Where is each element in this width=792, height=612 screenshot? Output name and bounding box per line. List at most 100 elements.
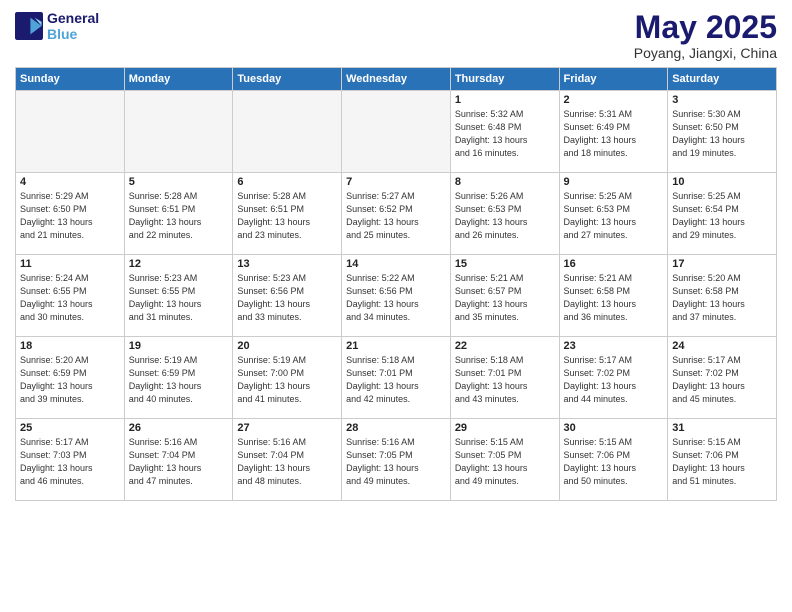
week-row-3: 18 Sunrise: 5:20 AMSunset: 6:59 PMDayligh… xyxy=(16,337,777,419)
day-number: 7 xyxy=(346,176,446,188)
calendar-cell: 18 Sunrise: 5:20 AMSunset: 6:59 PMDayligh… xyxy=(16,337,125,419)
calendar-cell: 11 Sunrise: 5:24 AMSunset: 6:55 PMDayligh… xyxy=(16,255,125,337)
calendar-title: May 2025 xyxy=(634,10,777,45)
day-number: 24 xyxy=(672,340,772,352)
day-info: Sunrise: 5:17 AMSunset: 7:02 PMDaylight:… xyxy=(672,354,772,406)
day-info: Sunrise: 5:18 AMSunset: 7:01 PMDaylight:… xyxy=(455,354,555,406)
day-number: 9 xyxy=(564,176,664,188)
header: General Blue May 2025 Poyang, Jiangxi, C… xyxy=(15,10,777,61)
day-info: Sunrise: 5:21 AMSunset: 6:58 PMDaylight:… xyxy=(564,272,664,324)
day-number: 22 xyxy=(455,340,555,352)
day-number: 14 xyxy=(346,258,446,270)
day-info: Sunrise: 5:26 AMSunset: 6:53 PMDaylight:… xyxy=(455,190,555,242)
logo: General Blue xyxy=(15,10,99,42)
title-block: May 2025 Poyang, Jiangxi, China xyxy=(634,10,777,61)
day-info: Sunrise: 5:31 AMSunset: 6:49 PMDaylight:… xyxy=(564,108,664,160)
day-number: 10 xyxy=(672,176,772,188)
calendar-cell: 14 Sunrise: 5:22 AMSunset: 6:56 PMDayligh… xyxy=(342,255,451,337)
calendar-cell: 8 Sunrise: 5:26 AMSunset: 6:53 PMDaylight… xyxy=(450,173,559,255)
day-number: 20 xyxy=(237,340,337,352)
calendar-cell: 16 Sunrise: 5:21 AMSunset: 6:58 PMDayligh… xyxy=(559,255,668,337)
day-number: 26 xyxy=(129,422,229,434)
day-info: Sunrise: 5:20 AMSunset: 6:59 PMDaylight:… xyxy=(20,354,120,406)
day-number: 18 xyxy=(20,340,120,352)
day-number: 12 xyxy=(129,258,229,270)
calendar-cell: 15 Sunrise: 5:21 AMSunset: 6:57 PMDayligh… xyxy=(450,255,559,337)
day-info: Sunrise: 5:17 AMSunset: 7:03 PMDaylight:… xyxy=(20,436,120,488)
day-info: Sunrise: 5:29 AMSunset: 6:50 PMDaylight:… xyxy=(20,190,120,242)
weekday-header-row: SundayMondayTuesdayWednesdayThursdayFrid… xyxy=(16,68,777,91)
weekday-header-wednesday: Wednesday xyxy=(342,68,451,91)
day-number: 29 xyxy=(455,422,555,434)
calendar-cell xyxy=(124,91,233,173)
day-info: Sunrise: 5:30 AMSunset: 6:50 PMDaylight:… xyxy=(672,108,772,160)
calendar-cell xyxy=(342,91,451,173)
day-number: 21 xyxy=(346,340,446,352)
week-row-2: 11 Sunrise: 5:24 AMSunset: 6:55 PMDayligh… xyxy=(16,255,777,337)
weekday-header-thursday: Thursday xyxy=(450,68,559,91)
weekday-header-saturday: Saturday xyxy=(668,68,777,91)
calendar-cell: 12 Sunrise: 5:23 AMSunset: 6:55 PMDayligh… xyxy=(124,255,233,337)
day-info: Sunrise: 5:15 AMSunset: 7:06 PMDaylight:… xyxy=(564,436,664,488)
day-info: Sunrise: 5:23 AMSunset: 6:56 PMDaylight:… xyxy=(237,272,337,324)
day-info: Sunrise: 5:22 AMSunset: 6:56 PMDaylight:… xyxy=(346,272,446,324)
day-number: 17 xyxy=(672,258,772,270)
calendar-cell xyxy=(16,91,125,173)
day-number: 2 xyxy=(564,94,664,106)
day-number: 27 xyxy=(237,422,337,434)
weekday-header-tuesday: Tuesday xyxy=(233,68,342,91)
calendar-cell: 3 Sunrise: 5:30 AMSunset: 6:50 PMDaylight… xyxy=(668,91,777,173)
calendar-cell: 23Sunrise: 5:17 AMSunset: 7:02 PMDayligh… xyxy=(559,337,668,419)
calendar-cell: 29Sunrise: 5:15 AMSunset: 7:05 PMDayligh… xyxy=(450,419,559,501)
weekday-header-friday: Friday xyxy=(559,68,668,91)
day-info: Sunrise: 5:16 AMSunset: 7:04 PMDaylight:… xyxy=(129,436,229,488)
calendar-cell: 30Sunrise: 5:15 AMSunset: 7:06 PMDayligh… xyxy=(559,419,668,501)
day-number: 19 xyxy=(129,340,229,352)
day-number: 4 xyxy=(20,176,120,188)
day-info: Sunrise: 5:28 AMSunset: 6:51 PMDaylight:… xyxy=(237,190,337,242)
calendar-cell: 22 Sunrise: 5:18 AMSunset: 7:01 PMDayligh… xyxy=(450,337,559,419)
day-info: Sunrise: 5:27 AMSunset: 6:52 PMDaylight:… xyxy=(346,190,446,242)
day-info: Sunrise: 5:15 AMSunset: 7:06 PMDaylight:… xyxy=(672,436,772,488)
calendar-cell: 7 Sunrise: 5:27 AMSunset: 6:52 PMDaylight… xyxy=(342,173,451,255)
calendar-cell: 1 Sunrise: 5:32 AMSunset: 6:48 PMDaylight… xyxy=(450,91,559,173)
calendar-cell xyxy=(233,91,342,173)
day-number: 16 xyxy=(564,258,664,270)
calendar-cell: 10Sunrise: 5:25 AMSunset: 6:54 PMDayligh… xyxy=(668,173,777,255)
calendar-cell: 13Sunrise: 5:23 AMSunset: 6:56 PMDayligh… xyxy=(233,255,342,337)
day-number: 8 xyxy=(455,176,555,188)
day-number: 5 xyxy=(129,176,229,188)
day-info: Sunrise: 5:25 AMSunset: 6:53 PMDaylight:… xyxy=(564,190,664,242)
calendar-cell: 5 Sunrise: 5:28 AMSunset: 6:51 PMDaylight… xyxy=(124,173,233,255)
logo-text: General Blue xyxy=(47,10,99,42)
day-info: Sunrise: 5:21 AMSunset: 6:57 PMDaylight:… xyxy=(455,272,555,324)
day-info: Sunrise: 5:28 AMSunset: 6:51 PMDaylight:… xyxy=(129,190,229,242)
calendar-cell: 17 Sunrise: 5:20 AMSunset: 6:58 PMDayligh… xyxy=(668,255,777,337)
day-number: 28 xyxy=(346,422,446,434)
day-number: 31 xyxy=(672,422,772,434)
day-info: Sunrise: 5:18 AMSunset: 7:01 PMDaylight:… xyxy=(346,354,446,406)
calendar-subtitle: Poyang, Jiangxi, China xyxy=(634,45,777,61)
day-info: Sunrise: 5:20 AMSunset: 6:58 PMDaylight:… xyxy=(672,272,772,324)
calendar-cell: 28 Sunrise: 5:16 AMSunset: 7:05 PMDayligh… xyxy=(342,419,451,501)
calendar-cell: 9 Sunrise: 5:25 AMSunset: 6:53 PMDaylight… xyxy=(559,173,668,255)
calendar-page: General Blue May 2025 Poyang, Jiangxi, C… xyxy=(0,0,792,612)
calendar-cell: 27Sunrise: 5:16 AMSunset: 7:04 PMDayligh… xyxy=(233,419,342,501)
weekday-header-sunday: Sunday xyxy=(16,68,125,91)
day-number: 11 xyxy=(20,258,120,270)
calendar-cell: 2 Sunrise: 5:31 AMSunset: 6:49 PMDaylight… xyxy=(559,91,668,173)
calendar-cell: 21 Sunrise: 5:18 AMSunset: 7:01 PMDayligh… xyxy=(342,337,451,419)
logo-icon xyxy=(15,12,43,40)
calendar-cell: 20 Sunrise: 5:19 AMSunset: 7:00 PMDayligh… xyxy=(233,337,342,419)
day-number: 15 xyxy=(455,258,555,270)
day-info: Sunrise: 5:16 AMSunset: 7:05 PMDaylight:… xyxy=(346,436,446,488)
day-number: 3 xyxy=(672,94,772,106)
calendar-cell: 4 Sunrise: 5:29 AMSunset: 6:50 PMDaylight… xyxy=(16,173,125,255)
day-number: 1 xyxy=(455,94,555,106)
day-info: Sunrise: 5:23 AMSunset: 6:55 PMDaylight:… xyxy=(129,272,229,324)
day-info: Sunrise: 5:24 AMSunset: 6:55 PMDaylight:… xyxy=(20,272,120,324)
day-info: Sunrise: 5:19 AMSunset: 7:00 PMDaylight:… xyxy=(237,354,337,406)
day-info: Sunrise: 5:32 AMSunset: 6:48 PMDaylight:… xyxy=(455,108,555,160)
week-row-0: 1 Sunrise: 5:32 AMSunset: 6:48 PMDaylight… xyxy=(16,91,777,173)
day-number: 25 xyxy=(20,422,120,434)
